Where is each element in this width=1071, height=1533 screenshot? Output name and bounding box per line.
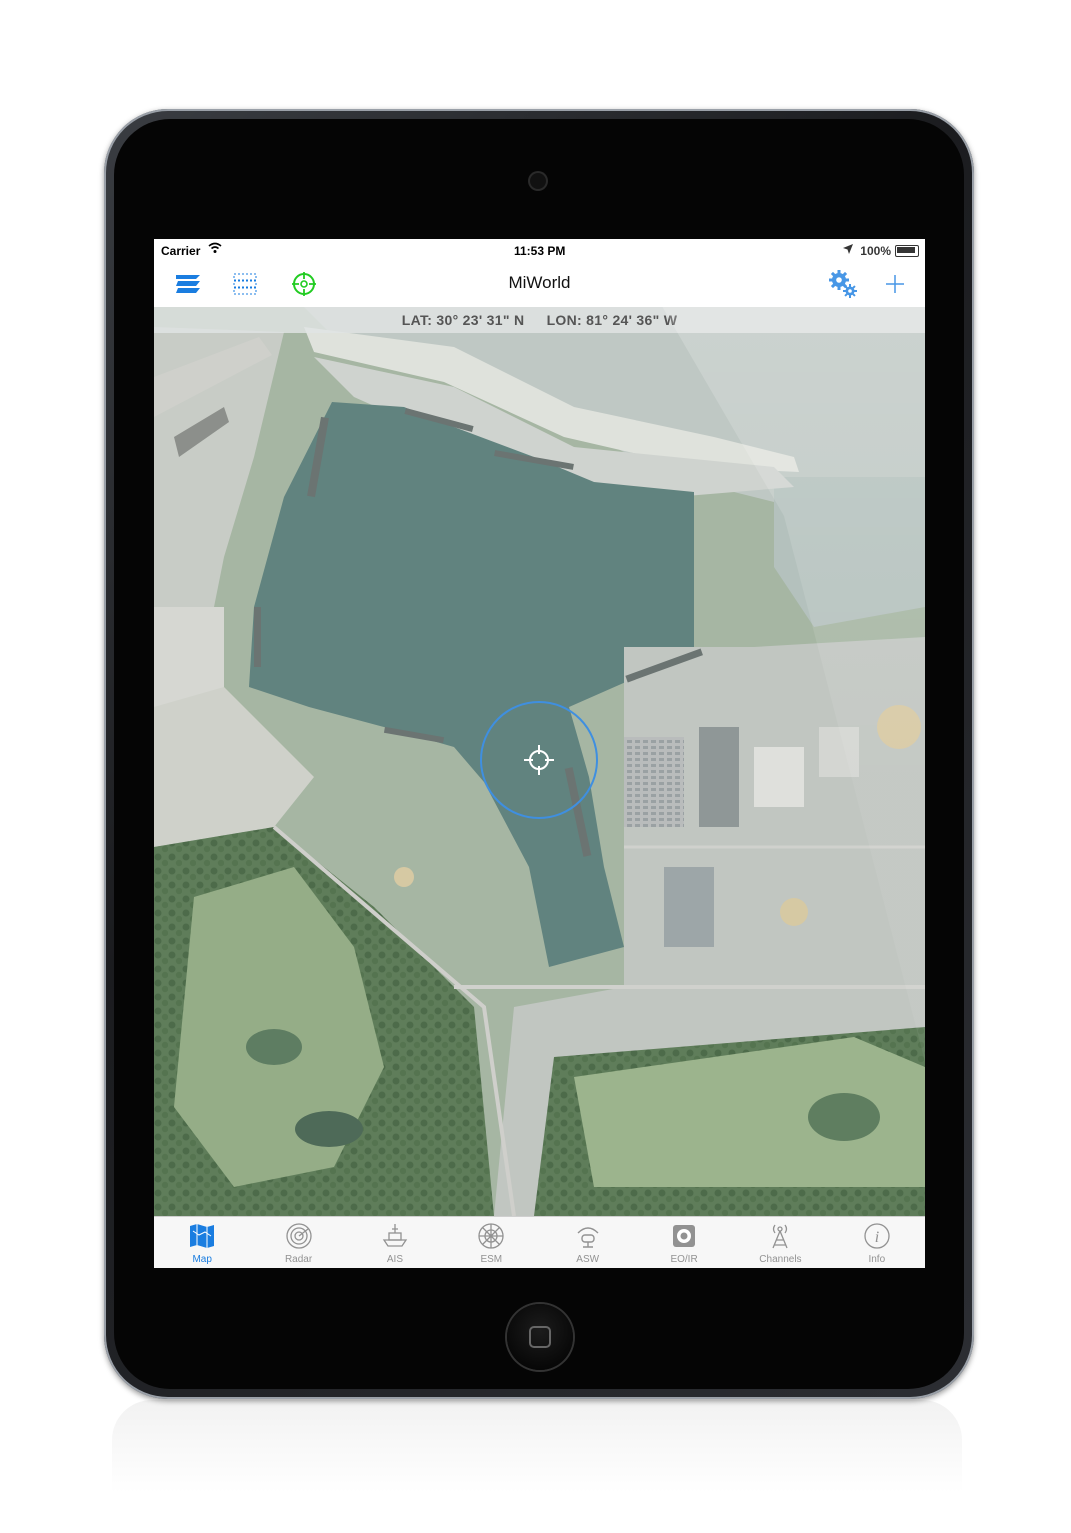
status-bar: Carrier 11:53 PM 100% (154, 239, 925, 261)
latitude-label: LAT: 30° 23' 31" N (401, 312, 525, 328)
status-time: 11:53 PM (514, 244, 566, 258)
map-imagery (154, 307, 925, 1216)
tab-channels-label: Channels (759, 1254, 802, 1265)
tab-radar-label: Radar (284, 1254, 313, 1265)
location-arrow-icon (843, 243, 853, 257)
esm-dial-icon (478, 1223, 504, 1249)
tab-bar: Map Radar AIS ESM ASW EO/IR Channels i I… (154, 1216, 925, 1268)
app-screen: Carrier 11:53 PM 100% MiWorld LAT: 30° 2… (154, 239, 925, 1268)
map-icon (190, 1224, 215, 1248)
carrier-label: Carrier (161, 244, 201, 258)
battery-icon (895, 245, 919, 257)
tab-ais-label: AIS (386, 1254, 403, 1265)
tab-radar[interactable]: Radar (250, 1217, 346, 1268)
tab-ais[interactable]: AIS (347, 1217, 443, 1268)
tab-map[interactable]: Map (154, 1217, 250, 1268)
camera-sensor-icon (673, 1225, 696, 1247)
home-button[interactable] (507, 1304, 573, 1370)
radar-icon (285, 1223, 312, 1249)
app-title: MiWorld (508, 273, 571, 292)
tab-esm[interactable]: ESM (443, 1217, 539, 1268)
tab-asw-label: ASW (576, 1254, 600, 1265)
tab-eoir[interactable]: EO/IR (636, 1217, 732, 1268)
tab-asw[interactable]: ASW (540, 1217, 636, 1268)
tab-eoir-label: EO/IR (670, 1254, 698, 1265)
front-camera (530, 173, 546, 189)
tab-channels[interactable]: Channels (732, 1217, 828, 1268)
ship-icon (382, 1224, 408, 1247)
wifi-icon (208, 242, 222, 257)
info-icon: i (864, 1223, 890, 1249)
antenna-tower-icon (772, 1224, 789, 1249)
tab-info-label: Info (868, 1254, 886, 1265)
svg-text:i: i (875, 1229, 879, 1246)
tab-map-label: Map (192, 1254, 212, 1265)
add-icon[interactable] (880, 269, 910, 299)
settings-gears-icon[interactable] (828, 269, 858, 299)
navigation-bar: MiWorld (154, 261, 925, 308)
sonar-icon (577, 1227, 599, 1248)
battery-percent: 100% (860, 244, 891, 258)
satellite-map[interactable]: LAT: 30° 23' 31" N LON: 81° 24' 36" W (154, 307, 925, 1216)
device-reflection (112, 1400, 962, 1533)
longitude-label: LON: 81° 24' 36" W (546, 312, 678, 328)
tab-esm-label: ESM (480, 1254, 503, 1265)
coordinate-readout: LAT: 30° 23' 31" N LON: 81° 24' 36" W (154, 307, 925, 333)
tab-info[interactable]: i Info (829, 1217, 925, 1268)
